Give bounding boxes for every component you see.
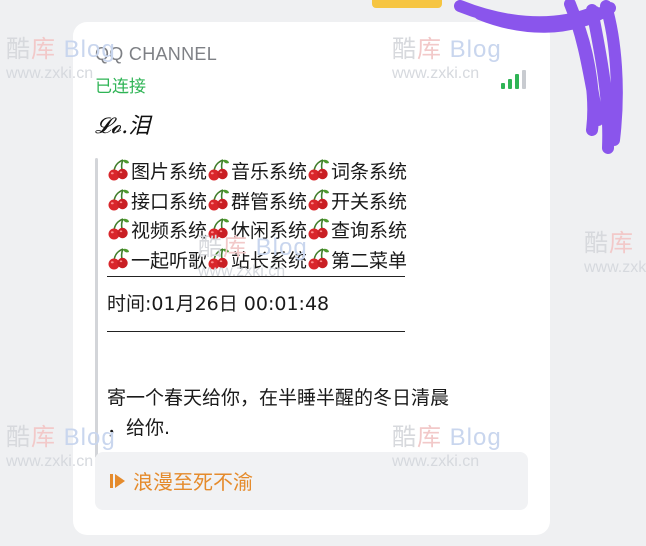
menu-row: 图片系统 音乐系统 词条系统 <box>107 158 527 188</box>
cherry-icon <box>207 247 231 271</box>
menu-item: 视频系统 <box>107 217 207 247</box>
play-icon <box>110 474 125 488</box>
menu-item: 音乐系统 <box>207 158 307 188</box>
music-title: 浪漫至死不渝 <box>133 470 253 494</box>
cherry-icon <box>207 188 231 212</box>
quote-bar <box>95 158 98 458</box>
cherry-icon <box>107 217 131 241</box>
cherry-icon <box>307 158 331 182</box>
menu-item: 图片系统 <box>107 158 207 188</box>
time-text: 时间:01月26日 00:01:48 <box>107 293 330 315</box>
music-share-card[interactable]: 浪漫至死不渝 <box>95 452 528 510</box>
separator-line <box>107 331 405 332</box>
cherry-icon <box>107 158 131 182</box>
menu-item: 词条系统 <box>307 158 407 188</box>
message-body: 图片系统 音乐系统 词条系统 接口系统 群管系统 开关系统 视频系统 休闲系统 查询系统 一… <box>107 158 527 443</box>
menu-row: 一起听歌 站长系统 第二菜单 <box>107 247 527 277</box>
channel-name: QQ CHANNEL <box>95 44 218 64</box>
cherry-icon <box>307 188 331 212</box>
menu-item: 第二菜单 <box>307 247 407 277</box>
menu-item: 站长系统 <box>207 247 307 277</box>
cherry-icon <box>207 158 231 182</box>
cherry-icon <box>207 217 231 241</box>
menu-item: 休闲系统 <box>207 217 307 247</box>
menu-row: 接口系统 群管系统 开关系统 <box>107 188 527 218</box>
quote-line: 寄一个春天给你，在半睡半醒的冬日清晨 <box>107 387 450 409</box>
connection-status: 已连接 <box>95 77 146 97</box>
purple-scribble-mark <box>454 0 623 154</box>
separator-line <box>107 276 405 277</box>
watermark: 酷库 www.zxki.cn <box>584 230 646 276</box>
cherry-icon <box>107 247 131 271</box>
quote-line: ，给你. <box>107 416 171 439</box>
menu-item: 开关系统 <box>307 188 407 218</box>
cherry-icon <box>307 247 331 271</box>
menu-item: 群管系统 <box>207 188 307 218</box>
cherry-icon <box>307 217 331 241</box>
menu-item: 接口系统 <box>107 188 207 218</box>
cherry-icon <box>107 188 131 212</box>
sender-name: 𝓛𝓸.泪 <box>95 114 151 139</box>
menu-item: 一起听歌 <box>107 247 207 277</box>
menu-row: 视频系统 休闲系统 查询系统 <box>107 217 527 247</box>
menu-item: 查询系统 <box>307 217 407 247</box>
